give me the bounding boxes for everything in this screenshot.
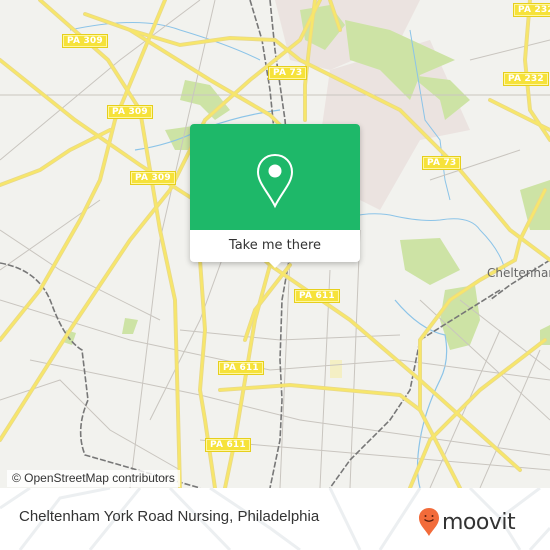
road-shield-pa-73: PA 73: [268, 66, 308, 80]
road-shield-pa-611: PA 611: [218, 361, 264, 375]
location-pin-icon: [256, 153, 294, 209]
park: [330, 360, 342, 378]
road-shield-pa-232: PA 232: [513, 3, 550, 17]
road-shield-pa-73: PA 73: [422, 156, 462, 170]
destination-popup[interactable]: Take me there: [190, 124, 360, 268]
road-shield-pa-611: PA 611: [294, 289, 340, 303]
place-label-cheltenham: Cheltenham: [487, 266, 550, 280]
road-shield-pa-309: PA 309: [130, 171, 176, 185]
road-shield-pa-611: PA 611: [205, 438, 251, 452]
park: [520, 180, 550, 230]
map-canvas[interactable]: PA 309 PA 309 PA 309 PA 73 PA 73 PA 232 …: [0, 0, 550, 488]
map-attribution[interactable]: © OpenStreetMap contributors: [7, 470, 180, 487]
moovit-smile-pin-icon: [419, 508, 439, 536]
park: [400, 238, 460, 285]
moovit-logo[interactable]: moovit: [418, 507, 516, 537]
popup-header: [190, 124, 360, 230]
take-me-there-button[interactable]: Take me there: [190, 230, 360, 262]
location-title: Cheltenham York Road Nursing, Philadelph…: [19, 508, 320, 525]
popup-tail: [268, 261, 282, 268]
road-shield-pa-309: PA 309: [62, 34, 108, 48]
park: [122, 318, 138, 334]
moovit-wordmark: moovit: [442, 509, 516, 535]
footer-bar: Cheltenham York Road Nursing, Philadelph…: [0, 488, 550, 550]
road-shield-pa-232: PA 232: [503, 72, 549, 86]
road-shield-pa-309: PA 309: [107, 105, 153, 119]
